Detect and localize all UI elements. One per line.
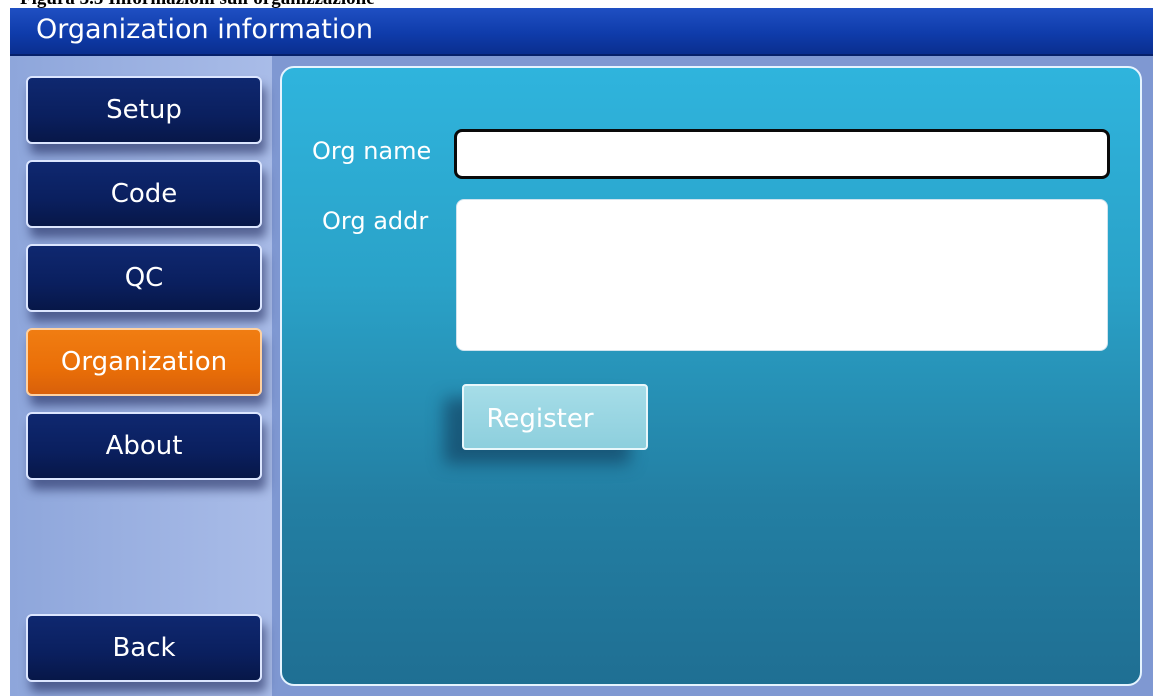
sidebar: Setup Code QC Organization About Back	[10, 56, 272, 696]
organization-panel: Org name Org addr Register	[280, 66, 1142, 686]
sidebar-item-code[interactable]: Code	[26, 160, 262, 228]
org-name-input[interactable]	[454, 129, 1110, 179]
org-addr-label: Org addr	[322, 207, 429, 235]
sidebar-item-qc[interactable]: QC	[26, 244, 262, 312]
org-addr-input[interactable]	[456, 199, 1108, 351]
device-screen: Organization information Setup Code QC O…	[10, 8, 1153, 696]
sidebar-item-organization[interactable]: Organization	[26, 328, 262, 396]
org-name-label: Org name	[312, 137, 432, 165]
sidebar-item-about[interactable]: About	[26, 412, 262, 480]
back-button[interactable]: Back	[26, 614, 262, 682]
register-button[interactable]: Register	[462, 384, 648, 450]
window-title: Organization information	[36, 14, 374, 45]
sidebar-item-setup[interactable]: Setup	[26, 76, 262, 144]
title-bar: Organization information	[10, 8, 1153, 56]
